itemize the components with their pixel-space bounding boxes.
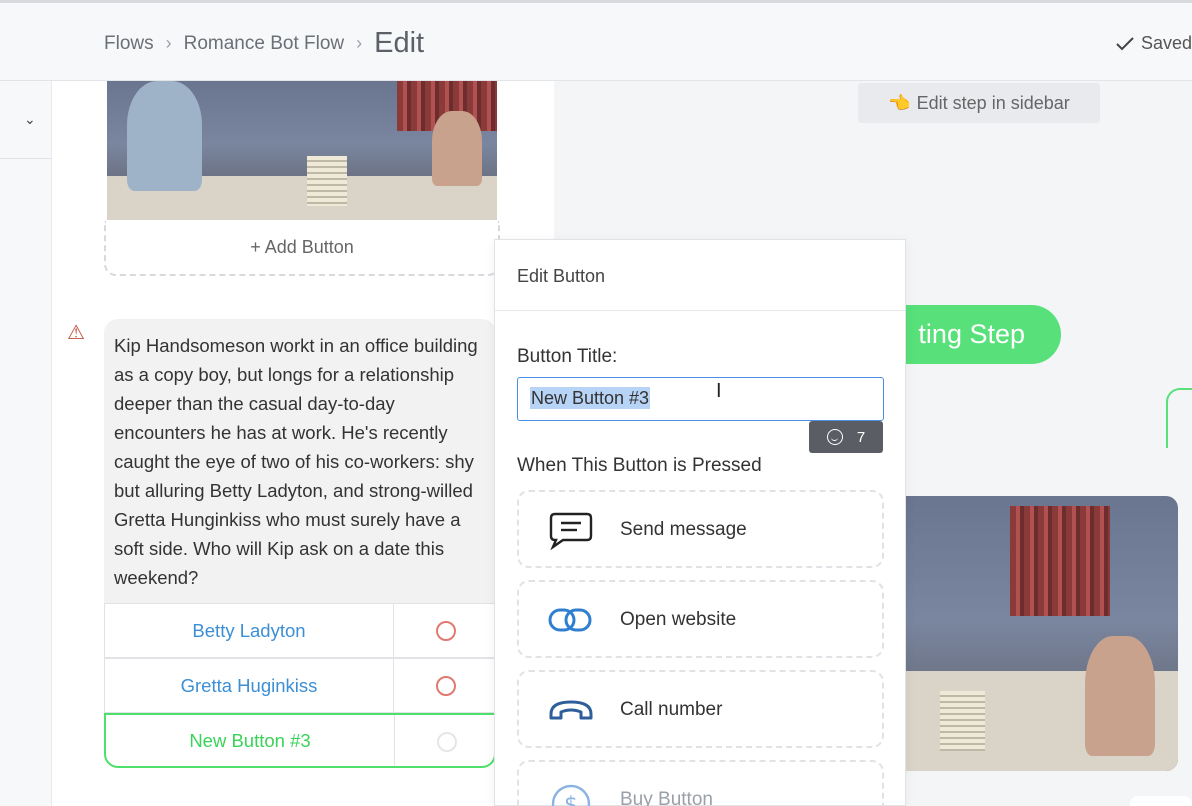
- when-pressed-label: When This Button is Pressed: [517, 455, 762, 476]
- action-send-message[interactable]: Send message: [517, 490, 884, 568]
- smiley-icon: [826, 429, 843, 445]
- action-call-number[interactable]: Call number: [517, 670, 884, 748]
- character-count: 7: [856, 428, 866, 446]
- button-title-label: Button Title:: [517, 346, 618, 367]
- choice-button-betty[interactable]: Betty Ladyton: [104, 603, 496, 658]
- hint-label: Edit step in sidebar: [916, 92, 1070, 113]
- chevron-down-icon[interactable]: ⌄: [24, 111, 36, 128]
- action-label: Buy Button: [620, 789, 713, 806]
- saved-label: Saved: [1140, 33, 1192, 53]
- phone-icon: [549, 700, 593, 720]
- left-sidebar: ⌄: [0, 81, 52, 806]
- message-text[interactable]: Kip Handsomeson workt in an office build…: [104, 319, 496, 603]
- edit-button-popover: Edit Button Button Title: New Button #3 …: [494, 239, 906, 806]
- header: Flows › Romance Bot Flow › Edit Saved: [0, 3, 1192, 81]
- pointing-hand-icon: 👈: [888, 92, 911, 113]
- button-title-value: New Button #3: [530, 387, 651, 409]
- action-label: Send message: [620, 519, 747, 540]
- breadcrumb-separator-icon: ›: [356, 33, 363, 53]
- saved-status: Saved: [1115, 33, 1192, 54]
- warning-icon: ⚠: [67, 322, 85, 344]
- connector-circle-icon[interactable]: [436, 621, 456, 641]
- add-button[interactable]: + Add Button: [104, 221, 500, 276]
- text-cursor-icon: I: [716, 380, 722, 402]
- breadcrumb-flows[interactable]: Flows: [104, 33, 154, 55]
- office-gif-image: [107, 81, 497, 220]
- dollar-icon: $: [551, 784, 591, 806]
- popover-title: Edit Button: [517, 266, 606, 286]
- page-title: Edit: [374, 27, 425, 59]
- choice-button-label: New Button #3: [189, 729, 311, 751]
- choice-button-label: Gretta Huginkiss: [180, 674, 318, 696]
- choice-button-gretta[interactable]: Gretta Huginkiss: [104, 658, 496, 713]
- connector-circle-icon[interactable]: [437, 732, 457, 752]
- svg-text:$: $: [564, 793, 578, 806]
- chat-bubble-icon: [549, 512, 593, 550]
- choice-button-label: Betty Ladyton: [192, 619, 306, 641]
- flow-connector-line: [1166, 388, 1192, 448]
- check-icon: [1116, 36, 1134, 50]
- action-buy-button[interactable]: $ Buy Button: [517, 760, 884, 806]
- button-title-input[interactable]: New Button #3: [517, 377, 884, 421]
- connector-circle-icon[interactable]: [436, 676, 456, 696]
- choice-button-new[interactable]: New Button #3: [104, 713, 496, 768]
- message-card: Kip Handsomeson workt in an office build…: [104, 319, 496, 769]
- breadcrumb-separator-icon: ›: [165, 33, 172, 53]
- breadcrumb-flow-name[interactable]: Romance Bot Flow: [184, 33, 345, 55]
- office-gif-image-right: [905, 496, 1178, 771]
- action-label: Open website: [620, 609, 737, 630]
- sidebar-divider: [0, 158, 52, 159]
- edit-step-hint: 👈 Edit step in sidebar: [858, 83, 1100, 123]
- link-icon: [548, 608, 592, 632]
- next-card-edge: [1130, 796, 1192, 806]
- emoji-counter[interactable]: 7: [809, 421, 883, 453]
- breadcrumb: Flows › Romance Bot Flow › Edit: [104, 27, 424, 60]
- action-open-website[interactable]: Open website: [517, 580, 884, 658]
- action-label: Call number: [620, 699, 723, 720]
